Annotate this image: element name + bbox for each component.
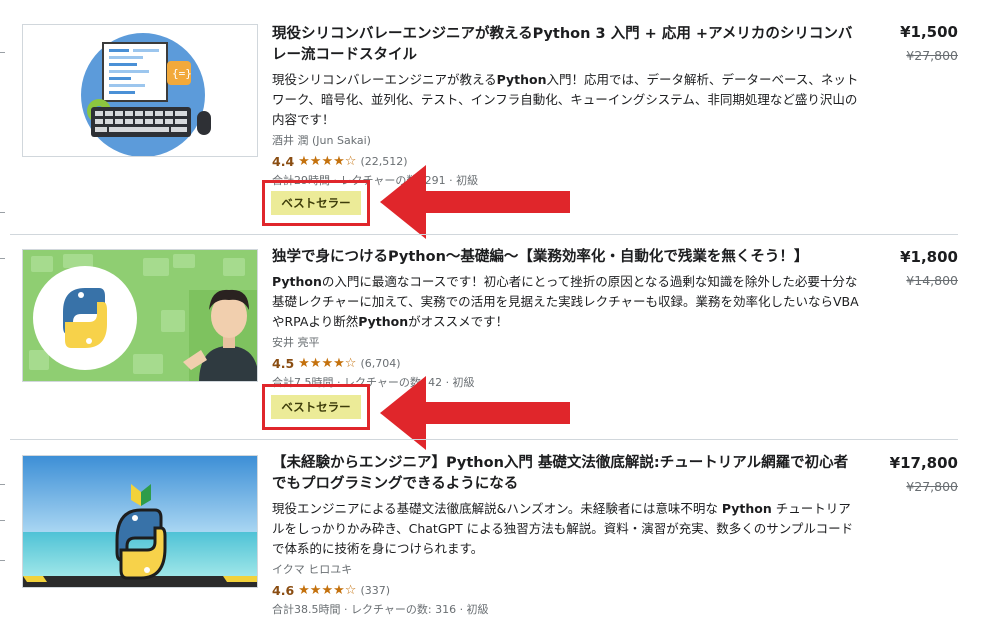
course-info: 独学で身につけるPython〜基礎編〜【業務効率化・自動化で残業を無くそう！】 … <box>272 247 860 390</box>
edge-mark <box>0 258 5 259</box>
original-price: ¥27,800 <box>906 48 958 63</box>
original-price: ¥27,800 <box>906 479 958 494</box>
price-box: ¥1,800 ¥14,800 <box>900 247 958 288</box>
rating-value: 4.6 <box>272 582 295 598</box>
python-course-thumbnail-art <box>23 250 257 381</box>
course-description: 現役シリコンバレーエンジニアが教えるPython入門！応用では、データ解析、デー… <box>272 70 860 130</box>
desc-keyword: Python <box>358 314 409 329</box>
course-info: 現役シリコンバレーエンジニアが教えるPython 3 入門 + 応用 +アメリカ… <box>272 24 860 188</box>
highlight-box: ベストセラー <box>262 180 370 226</box>
instructor-name: イクマ ヒロユキ <box>272 563 353 576</box>
edge-mark <box>0 484 5 485</box>
original-price: ¥14,800 <box>906 273 958 288</box>
course-thumbnail[interactable] <box>22 249 258 382</box>
edge-mark <box>0 520 5 521</box>
course-title[interactable]: 現役シリコンバレーエンジニアが教えるPython 3 入門 + 応用 +アメリカ… <box>272 24 860 66</box>
edge-mark <box>0 52 5 53</box>
rating-value: 4.4 <box>272 153 295 169</box>
divider <box>10 234 958 235</box>
course-title[interactable]: 【未経験からエンジニア】Python入門 基礎文法徹底解説:チュートリアル網羅で… <box>272 453 860 495</box>
star-rating-icon: ★★★★☆ <box>298 355 357 371</box>
desc-keyword: Python <box>496 72 547 87</box>
price-box: ¥17,800 ¥27,800 <box>890 453 958 494</box>
star-rating-icon: ★★★★☆ <box>298 153 357 169</box>
mouse-icon <box>197 111 211 135</box>
arrow-left-icon <box>380 165 570 239</box>
course-description: 現役エンジニアによる基礎文法徹底解説&ハンズオン。未経験者には意味不明な Pyt… <box>272 499 860 559</box>
course-info: 【未経験からエンジニア】Python入門 基礎文法徹底解説:チュートリアル網羅で… <box>272 453 860 617</box>
edge-mark <box>0 560 5 561</box>
review-count: (337) <box>360 583 391 597</box>
desc-keyword: Python <box>721 501 772 516</box>
rating-value: 4.5 <box>272 355 295 371</box>
desc-text: 現役シリコンバレーエンジニアが教える <box>272 72 497 87</box>
rating-row: 4.6 ★★★★☆ (337) <box>272 581 860 599</box>
bestseller-badge: ベストセラー <box>271 191 361 215</box>
current-price: ¥1,800 <box>900 248 958 266</box>
divider <box>10 439 958 440</box>
course-title[interactable]: 独学で身につけるPython〜基礎編〜【業務効率化・自動化で残業を無くそう！】 <box>272 247 860 268</box>
presenter-photo <box>183 289 257 381</box>
course-thumbnail[interactable] <box>22 455 258 588</box>
price-box: ¥1,500 ¥27,800 <box>900 22 958 63</box>
svg-text:{=}: {=} <box>172 67 192 80</box>
course-thumbnail[interactable]: {=} <box>22 24 258 157</box>
current-price: ¥17,800 <box>889 454 958 472</box>
python-beach-thumbnail-art <box>23 456 257 587</box>
edge-mark <box>0 212 5 213</box>
bestseller-badge: ベストセラー <box>271 395 361 419</box>
desc-text: がオススメです！ <box>408 314 509 329</box>
instructor-name: 安井 亮平 <box>272 336 320 349</box>
review-count: (6,704) <box>360 356 401 370</box>
instructor-name: 酒井 潤 (Jun Sakai) <box>272 134 371 147</box>
highlight-box: ベストセラー <box>262 384 370 430</box>
star-rating-icon: ★★★★☆ <box>298 582 357 598</box>
rating-row: 4.5 ★★★★☆ (6,704) <box>272 354 860 372</box>
course-meta: 合計38.5時間 · レクチャーの数: 316 · 初級 <box>272 603 489 616</box>
computer-illustration: {=} <box>81 33 211 156</box>
desc-text: 現役エンジニアによる基礎文法徹底解説&ハンズオン。未経験者には意味不明な <box>272 501 722 516</box>
desc-keyword: Python <box>272 274 322 289</box>
current-price: ¥1,500 <box>900 23 958 41</box>
course-description: Pythonの入門に最適なコースです！初心者にとって挫折の原因となる過剰な知識を… <box>272 272 860 332</box>
